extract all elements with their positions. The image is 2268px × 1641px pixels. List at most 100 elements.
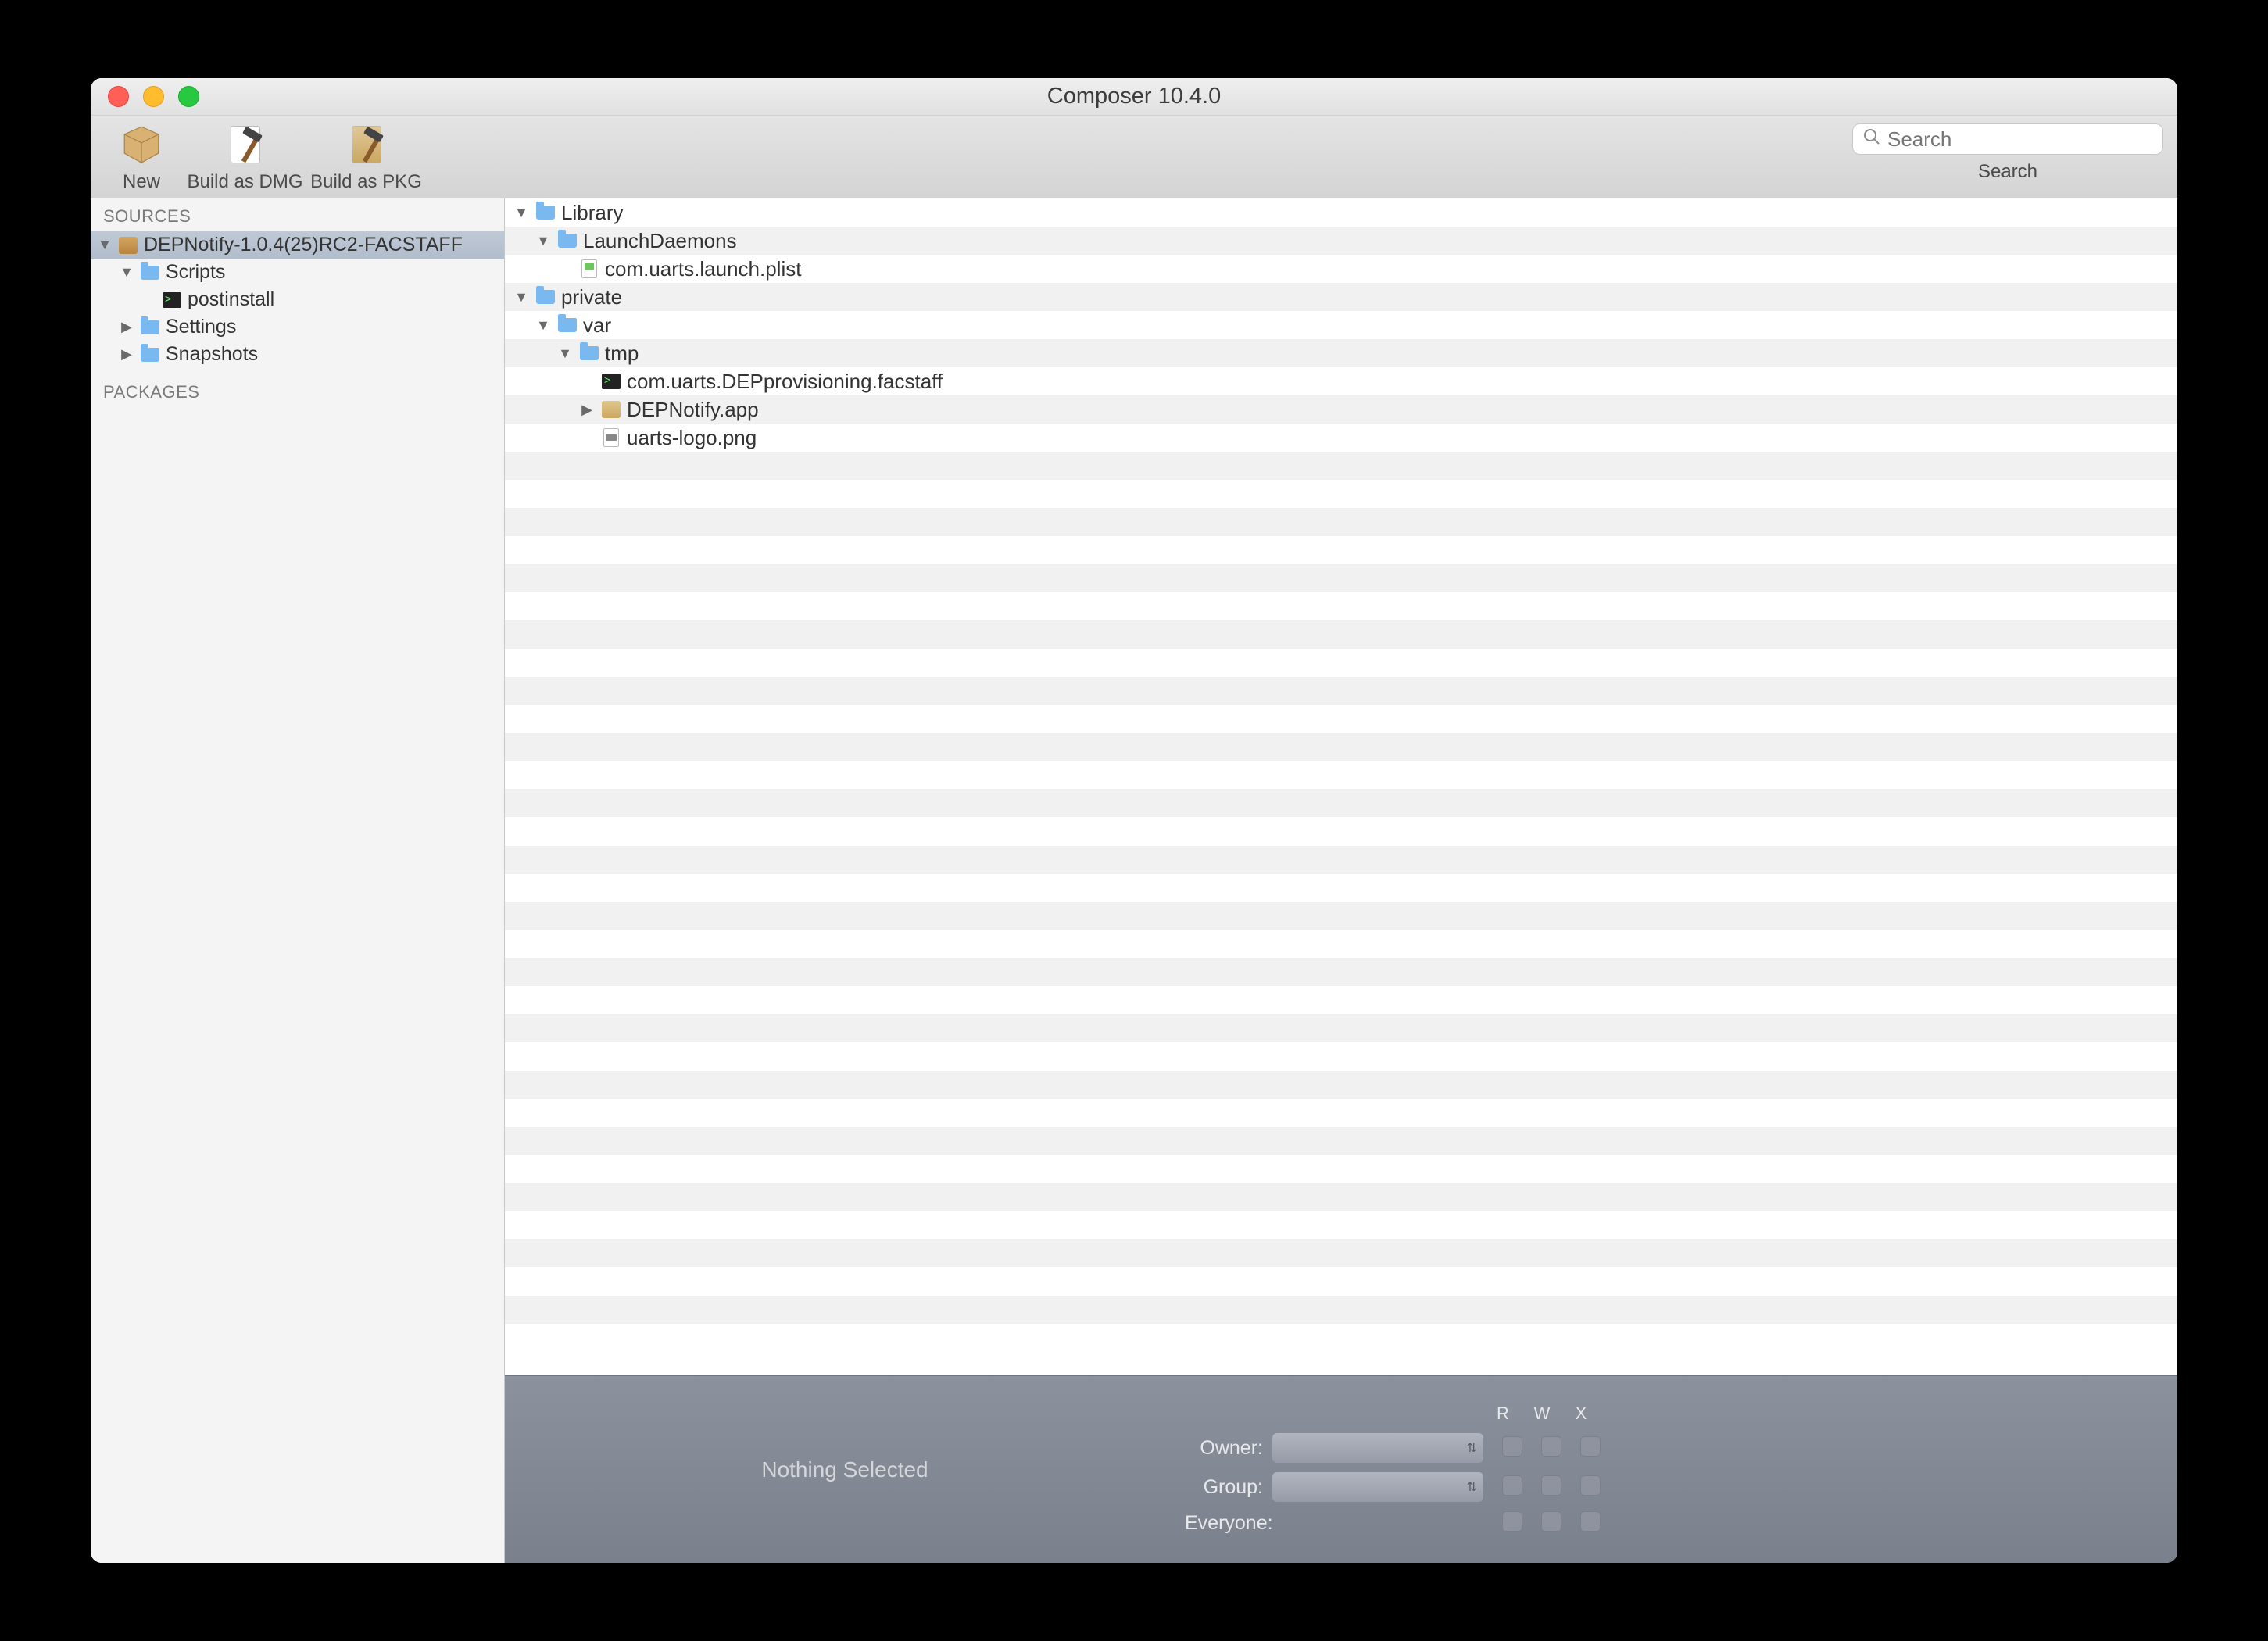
empty-row bbox=[505, 1183, 2177, 1211]
owner-r-checkbox[interactable] bbox=[1502, 1436, 1522, 1457]
window-title: Composer 10.4.0 bbox=[91, 84, 2177, 109]
search-label: Search bbox=[1978, 161, 2037, 183]
sidebar-item[interactable]: ▶ Snapshots bbox=[91, 341, 504, 368]
sidebar-item[interactable]: ▶ Settings bbox=[91, 313, 504, 341]
minimize-button[interactable] bbox=[143, 86, 164, 107]
group-x-checkbox[interactable] bbox=[1580, 1475, 1601, 1496]
empty-row bbox=[505, 536, 2177, 564]
owner-x-checkbox[interactable] bbox=[1580, 1436, 1601, 1457]
folder-icon bbox=[139, 316, 161, 338]
sidebar-item-label: Settings bbox=[166, 316, 236, 338]
sidebar-header-sources: SOURCES bbox=[91, 198, 504, 231]
tree-row[interactable]: ▼ Library bbox=[505, 198, 2177, 227]
tree-row[interactable]: ▼ LaunchDaemons bbox=[505, 227, 2177, 255]
disclosure-triangle-icon[interactable]: ▶ bbox=[119, 346, 134, 363]
chevron-updown-icon: ⇅ bbox=[1467, 1479, 1477, 1495]
empty-row bbox=[505, 761, 2177, 789]
search-icon bbox=[1862, 127, 1881, 152]
empty-row bbox=[505, 1211, 2177, 1239]
sidebar-item[interactable]: postinstall bbox=[91, 286, 504, 313]
tree-row-label: var bbox=[583, 313, 611, 338]
tree-row[interactable]: ▼ var bbox=[505, 311, 2177, 339]
window-controls bbox=[108, 86, 199, 107]
tree-row-label: DEPNotify.app bbox=[627, 398, 759, 422]
empty-row bbox=[505, 592, 2177, 620]
sidebar-item-label: postinstall bbox=[188, 288, 274, 311]
tree-row-label: uarts-logo.png bbox=[627, 426, 757, 450]
empty-row bbox=[505, 452, 2177, 480]
file-tree[interactable]: ▼ Library ▼ LaunchDaemonscom.uarts.launch.p… bbox=[505, 198, 2177, 1375]
zoom-button[interactable] bbox=[178, 86, 199, 107]
empty-row bbox=[505, 508, 2177, 536]
chevron-updown-icon: ⇅ bbox=[1467, 1440, 1477, 1456]
disclosure-triangle-icon[interactable]: ▼ bbox=[119, 264, 134, 281]
empty-row bbox=[505, 1014, 2177, 1042]
everyone-w-checkbox[interactable] bbox=[1541, 1511, 1561, 1532]
empty-row bbox=[505, 1267, 2177, 1296]
empty-row bbox=[505, 817, 2177, 846]
owner-select[interactable]: ⇅ bbox=[1272, 1433, 1483, 1463]
build-pkg-label: Build as PKG bbox=[310, 171, 422, 193]
disclosure-triangle-icon[interactable]: ▼ bbox=[513, 205, 530, 221]
disclosure-triangle-icon[interactable]: ▼ bbox=[513, 289, 530, 306]
search-group: Search bbox=[1852, 123, 2163, 183]
group-w-checkbox[interactable] bbox=[1541, 1475, 1561, 1496]
empty-row bbox=[505, 958, 2177, 986]
empty-row bbox=[505, 874, 2177, 902]
app-window: Composer 10.4.0 New Build as DMG Bui bbox=[91, 78, 2177, 1563]
permissions-grid: R W X Owner: ⇅ Group: ⇅ bbox=[1185, 1403, 1610, 1536]
sidebar-item[interactable]: ▼ DEPNotify-1.0.4(25)RC2-FACSTAFF bbox=[91, 231, 504, 259]
new-button[interactable]: New bbox=[98, 120, 184, 193]
search-field[interactable] bbox=[1852, 123, 2163, 155]
empty-row bbox=[505, 902, 2177, 930]
nothing-selected-label: Nothing Selected bbox=[505, 1457, 1185, 1482]
body-split: SOURCES ▼ DEPNotify-1.0.4(25)RC2-FACSTAFF… bbox=[91, 198, 2177, 1563]
owner-w-checkbox[interactable] bbox=[1541, 1436, 1561, 1457]
folder-icon bbox=[556, 230, 578, 252]
everyone-r-checkbox[interactable] bbox=[1502, 1511, 1522, 1532]
empty-row bbox=[505, 1155, 2177, 1183]
perm-col-x: X bbox=[1561, 1403, 1601, 1424]
empty-row bbox=[505, 620, 2177, 649]
close-button[interactable] bbox=[108, 86, 129, 107]
disclosure-triangle-icon[interactable]: ▶ bbox=[119, 319, 134, 335]
tree-row-label: LaunchDaemons bbox=[583, 229, 737, 253]
disclosure-triangle-icon[interactable]: ▶ bbox=[578, 402, 596, 418]
tree-row[interactable]: ▶ DEPNotify.app bbox=[505, 395, 2177, 424]
tree-row[interactable]: com.uarts.DEPprovisioning.facstaff bbox=[505, 367, 2177, 395]
tree-row[interactable]: ▼ tmp bbox=[505, 339, 2177, 367]
new-label: New bbox=[123, 171, 160, 193]
app-icon bbox=[600, 399, 622, 420]
build-pkg-button[interactable]: Build as PKG bbox=[306, 120, 427, 193]
sidebar-item-label: DEPNotify-1.0.4(25)RC2-FACSTAFF bbox=[144, 234, 463, 256]
build-dmg-button[interactable]: Build as DMG bbox=[184, 120, 306, 193]
tree-row-label: private bbox=[561, 285, 622, 309]
disclosure-triangle-icon[interactable]: ▼ bbox=[535, 233, 552, 249]
sidebar-item[interactable]: ▼Scripts bbox=[91, 259, 504, 286]
empty-row bbox=[505, 1099, 2177, 1127]
empty-row bbox=[505, 1296, 2177, 1324]
disclosure-triangle-icon[interactable]: ▼ bbox=[97, 237, 113, 253]
main-panel: ▼ Library ▼ LaunchDaemonscom.uarts.launch.p… bbox=[505, 198, 2177, 1563]
everyone-x-checkbox[interactable] bbox=[1580, 1511, 1601, 1532]
folder-icon bbox=[139, 262, 161, 284]
disclosure-triangle-icon[interactable]: ▼ bbox=[556, 345, 574, 362]
sidebar-item-label: Snapshots bbox=[166, 343, 258, 366]
search-input[interactable] bbox=[1887, 127, 2153, 152]
everyone-label: Everyone: bbox=[1185, 1512, 1263, 1535]
tree-row[interactable]: com.uarts.launch.plist bbox=[505, 255, 2177, 283]
tree-row[interactable]: uarts-logo.png bbox=[505, 424, 2177, 452]
titlebar: Composer 10.4.0 bbox=[91, 78, 2177, 116]
perm-col-r: R bbox=[1483, 1403, 1522, 1424]
hammer-pkg-icon bbox=[342, 120, 391, 168]
folder-icon bbox=[556, 314, 578, 336]
empty-row bbox=[505, 1324, 2177, 1352]
group-r-checkbox[interactable] bbox=[1502, 1475, 1522, 1496]
group-select[interactable]: ⇅ bbox=[1272, 1472, 1483, 1502]
tree-row-label: tmp bbox=[605, 341, 639, 366]
tree-row[interactable]: ▼ private bbox=[505, 283, 2177, 311]
tree-row-label: Library bbox=[561, 201, 623, 225]
disclosure-triangle-icon[interactable]: ▼ bbox=[535, 317, 552, 334]
plist-icon bbox=[578, 258, 600, 280]
group-label: Group: bbox=[1185, 1476, 1263, 1499]
